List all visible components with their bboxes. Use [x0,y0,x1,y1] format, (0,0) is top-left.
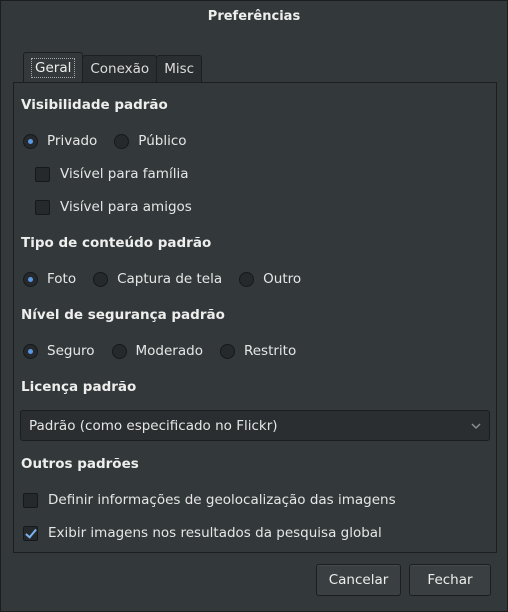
radio-label: Restrito [243,343,297,359]
tab-geral[interactable]: Geral [23,52,84,82]
dialog-title: Preferências [207,9,301,24]
radio-outro[interactable]: Outro [239,271,301,287]
radio-label: Outro [263,271,302,287]
safety-heading: Nível de segurança padrão [21,307,225,323]
radio-publico[interactable]: Público [114,133,187,149]
tab-misc[interactable]: Misc [156,55,203,82]
radio-label: Seguro [47,343,95,359]
radio-icon[interactable] [239,271,255,287]
close-button[interactable]: Fechar [409,564,491,596]
radio-icon[interactable] [219,343,235,359]
radio-privado[interactable]: Privado [23,133,97,149]
cancel-button[interactable]: Cancelar [316,564,401,596]
checkbox-label: Visível para amigos [60,199,192,215]
visibility-radio-group: Privado Público [23,131,204,151]
visibility-heading: Visibilidade padrão [21,97,168,113]
radio-icon[interactable] [111,343,127,359]
radio-moderado[interactable]: Moderado [111,343,203,359]
checkbox-family[interactable]: Visível para família [35,164,188,184]
checkbox-icon[interactable] [23,525,38,541]
tab-label: Geral [31,57,76,78]
checkbox-icon[interactable] [35,166,50,182]
radio-captura[interactable]: Captura de tela [93,271,222,287]
radio-foto[interactable]: Foto [23,271,76,287]
checkbox-icon[interactable] [35,199,50,215]
license-selected-value: Padrão (como especificado no Flickr) [29,417,278,434]
other-heading: Outros padrões [21,456,139,472]
radio-icon[interactable] [23,271,38,287]
checkbox-label: Exibir imagens nos resultados da pesquis… [48,525,382,541]
checkbox-label: Visível para família [60,166,189,182]
checkbox-friends[interactable]: Visível para amigos [35,197,192,217]
tab-bar: Geral Conexão Misc [23,52,203,82]
radio-label: Captura de tela [117,271,223,287]
tab-conexao[interactable]: Conexão [82,55,158,82]
content-type-radio-group: Foto Captura de tela Outro [23,269,318,289]
checkbox-geolocation[interactable]: Definir informações de geolocalização da… [23,490,396,510]
preferences-dialog: Preferências Geral Conexão Misc Visibili… [0,0,508,612]
safety-radio-group: Seguro Moderado Restrito [23,341,313,361]
radio-icon[interactable] [23,343,38,359]
license-heading: Licença padrão [21,379,137,395]
radio-label: Moderado [135,343,203,359]
checkbox-global-search[interactable]: Exibir imagens nos resultados da pesquis… [23,523,382,543]
tab-label: Misc [164,61,195,77]
tab-label: Conexão [90,61,150,77]
license-combobox[interactable]: Padrão (como especificado no Flickr) [20,410,490,441]
checkbox-icon[interactable] [23,492,38,508]
radio-icon[interactable] [93,271,109,287]
radio-label: Privado [47,133,98,149]
radio-icon[interactable] [23,133,38,149]
radio-seguro[interactable]: Seguro [23,343,95,359]
radio-label: Público [138,133,187,149]
checkbox-label: Definir informações de geolocalização da… [48,492,396,508]
content-type-heading: Tipo de conteúdo padrão [21,235,212,251]
radio-label: Foto [47,271,77,287]
general-panel: Visibilidade padrão Privado Público Visí… [13,82,497,553]
radio-restrito[interactable]: Restrito [219,343,297,359]
chevron-down-icon [471,423,481,430]
radio-icon[interactable] [114,133,130,149]
